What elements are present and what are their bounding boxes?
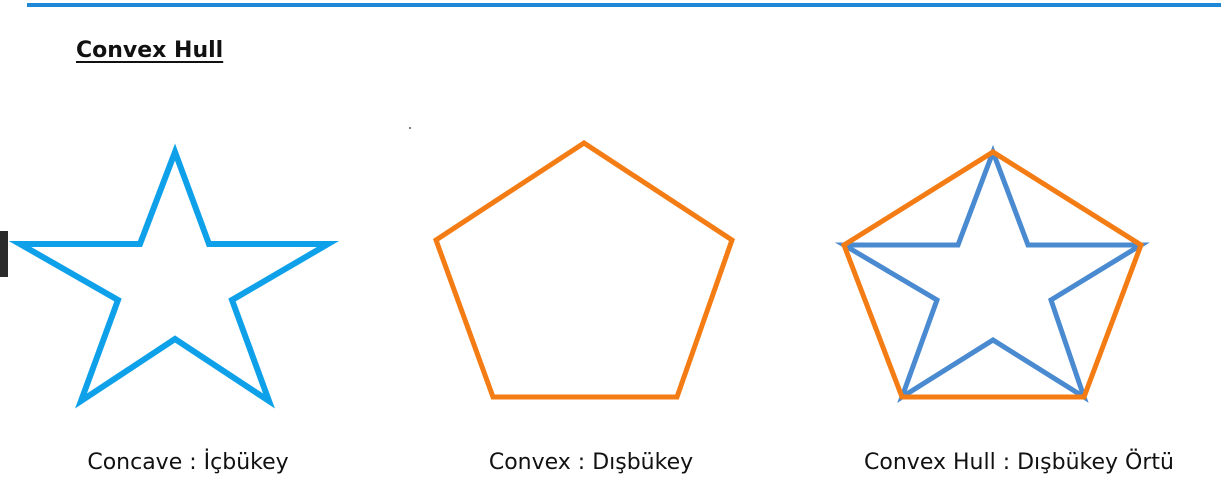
stray-dot [409, 127, 411, 129]
diagram-canvas [8, 127, 1150, 409]
caption-concave: Concave : İçbükey [87, 450, 289, 475]
slide: Convex Hull Concave : İçbükey Convex : D… [0, 0, 1221, 499]
convex-pentagon [432, 140, 736, 400]
concave-star [8, 143, 340, 409]
caption-convex: Convex : Dışbükey [488, 450, 694, 475]
caption-convex-hull: Convex Hull : Dışbükey Örtü [864, 450, 1174, 475]
